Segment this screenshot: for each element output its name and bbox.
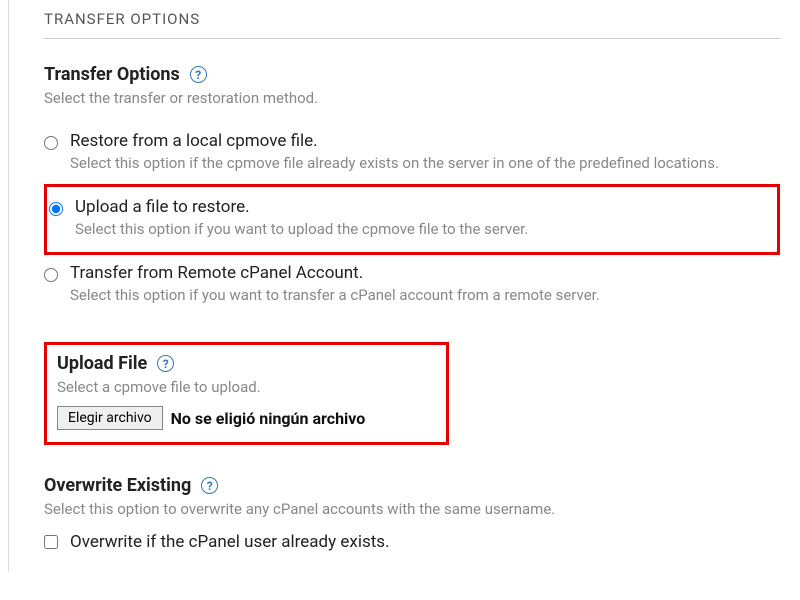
section-title: TRANSFER OPTIONS — [44, 10, 780, 39]
overwrite-group: Overwrite Existing ? Select this option … — [44, 475, 780, 552]
overwrite-checkbox-label: Overwrite if the cPanel user already exi… — [70, 532, 390, 552]
file-chooser: Elegir archivo No se eligió ningún archi… — [57, 406, 365, 430]
transfer-options-heading: Transfer Options ? — [44, 64, 207, 85]
overwrite-heading: Overwrite Existing ? — [44, 475, 218, 496]
radio-desc: Select this option if you want to transf… — [70, 285, 780, 306]
radio-label: Upload a file to restore. — [75, 197, 771, 217]
transfer-options-subtext: Select the transfer or restoration metho… — [44, 89, 780, 107]
radio-desc: Select this option if the cpmove file al… — [70, 153, 780, 174]
radio-option-remote[interactable]: Transfer from Remote cPanel Account. Sel… — [44, 257, 780, 314]
radio-restore-local[interactable] — [44, 136, 58, 150]
choose-file-button[interactable]: Elegir archivo — [57, 406, 163, 430]
transfer-radio-group: Restore from a local cpmove file. Select… — [44, 125, 780, 314]
overwrite-checkbox[interactable] — [44, 535, 58, 549]
radio-desc: Select this option if you want to upload… — [75, 219, 771, 240]
radio-content: Upload a file to restore. Select this op… — [75, 197, 771, 240]
transfer-options-heading-text: Transfer Options — [44, 64, 180, 85]
radio-label: Transfer from Remote cPanel Account. — [70, 263, 780, 283]
overwrite-checkbox-row[interactable]: Overwrite if the cPanel user already exi… — [44, 532, 780, 552]
radio-option-restore-local[interactable]: Restore from a local cpmove file. Select… — [44, 125, 780, 182]
help-icon[interactable]: ? — [190, 66, 207, 83]
file-status-text: No se eligió ningún archivo — [171, 409, 366, 428]
overwrite-heading-text: Overwrite Existing — [44, 475, 191, 496]
radio-upload[interactable] — [49, 202, 63, 216]
radio-option-upload[interactable]: Upload a file to restore. Select this op… — [49, 191, 771, 248]
radio-content: Transfer from Remote cPanel Account. Sel… — [70, 263, 780, 306]
radio-remote[interactable] — [44, 268, 58, 282]
radio-label: Restore from a local cpmove file. — [70, 131, 780, 151]
upload-file-group: Upload File ? Select a cpmove file to up… — [44, 342, 449, 445]
overwrite-subtext: Select this option to overwrite any cPan… — [44, 500, 780, 518]
highlight-box-upload-option: Upload a file to restore. Select this op… — [44, 184, 780, 255]
help-icon[interactable]: ? — [201, 477, 218, 494]
transfer-options-group: Transfer Options ? Select the transfer o… — [44, 64, 780, 314]
upload-file-subtext: Select a cpmove file to upload. — [57, 378, 436, 396]
radio-content: Restore from a local cpmove file. Select… — [70, 131, 780, 174]
upload-file-heading-text: Upload File — [57, 353, 147, 374]
help-icon[interactable]: ? — [157, 355, 174, 372]
upload-file-heading: Upload File ? — [57, 353, 174, 374]
